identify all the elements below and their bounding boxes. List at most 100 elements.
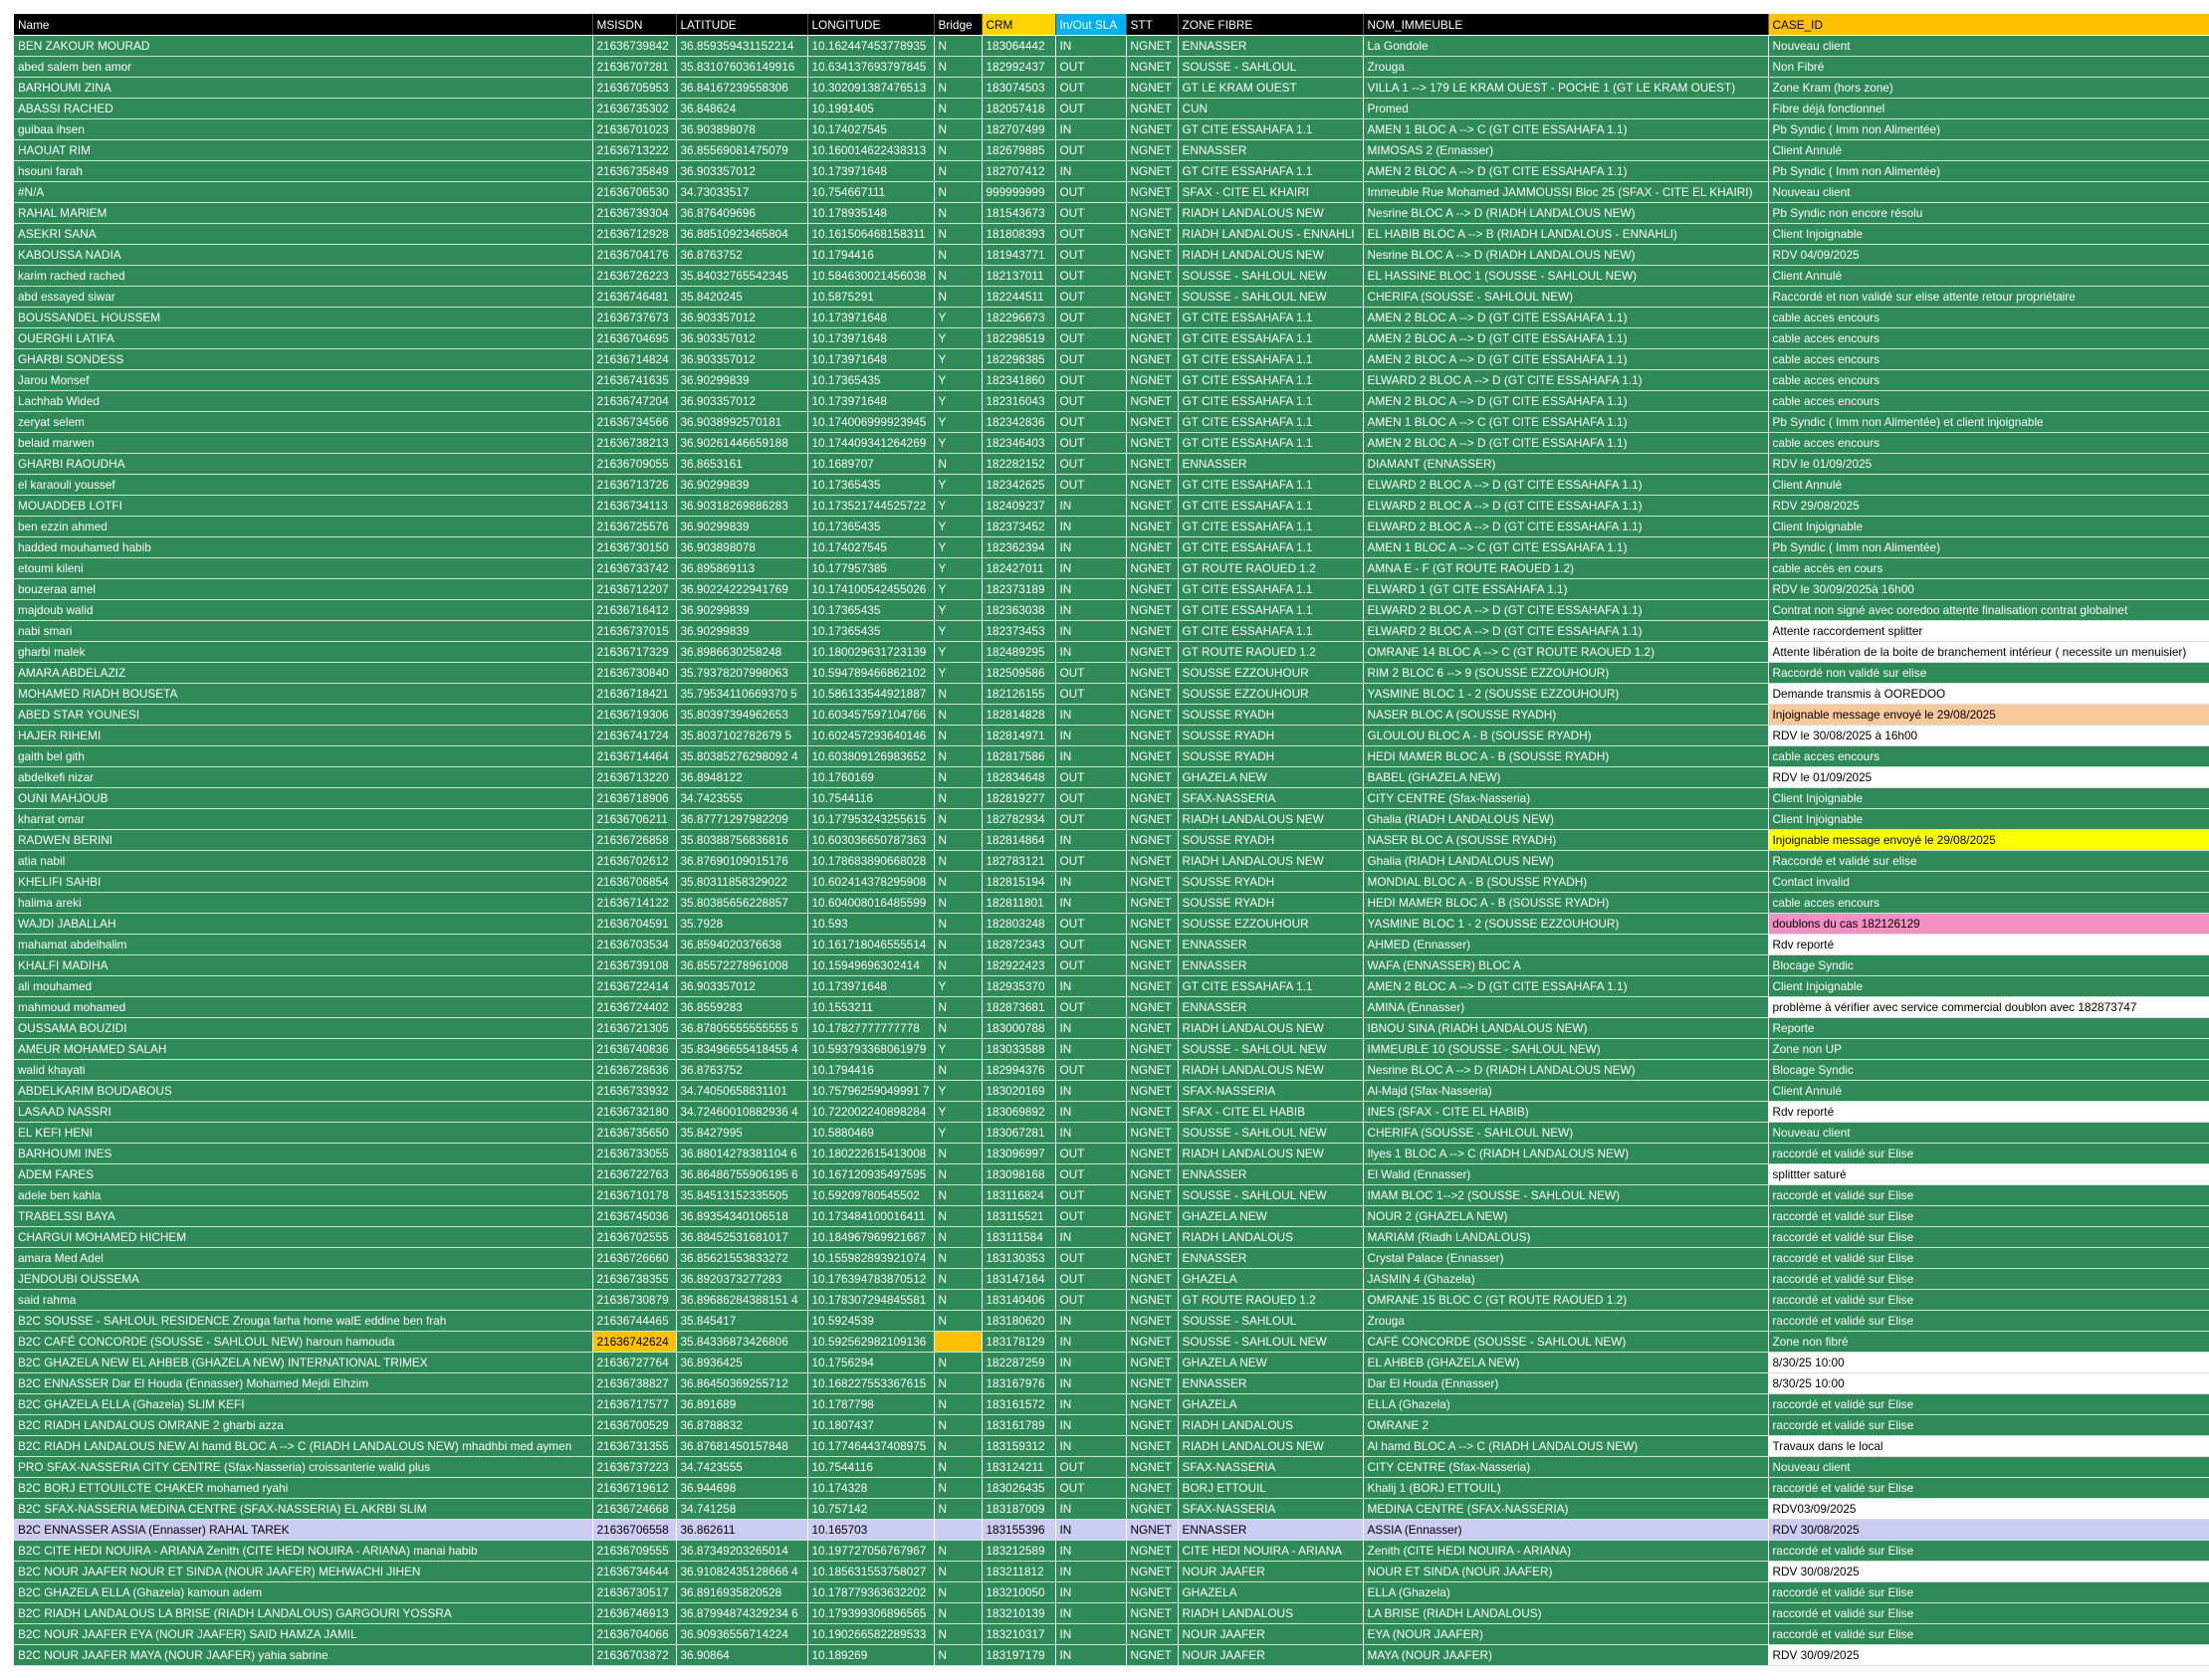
bridge-cell[interactable]: Y <box>934 369 983 391</box>
nom-immeuble-cell[interactable]: ELWARD 1 (GT CITE ESSAHAFA 1.1) <box>1363 578 1769 600</box>
zone-fibre-cell[interactable]: CUN <box>1178 98 1364 119</box>
bridge-cell[interactable]: N <box>934 1372 983 1394</box>
longitude-cell[interactable]: 10.177953243255615 <box>807 808 935 830</box>
zone-fibre-cell[interactable]: NOUR JAAFER <box>1178 1561 1364 1582</box>
sla-cell[interactable]: IN <box>1055 1540 1127 1562</box>
crm-cell[interactable]: 183074503 <box>982 77 1056 99</box>
crm-cell[interactable]: 182935370 <box>982 975 1056 997</box>
name-cell[interactable]: amara Med Adel <box>14 1247 593 1269</box>
sla-cell[interactable]: IN <box>1055 578 1127 600</box>
latitude-cell[interactable]: 36.876409696 <box>676 202 808 224</box>
crm-cell[interactable]: 182427011 <box>982 557 1056 579</box>
column-header-longitude[interactable]: LONGITUDE <box>807 14 935 36</box>
longitude-cell[interactable]: 10.178683890668028 <box>807 850 935 872</box>
nom-immeuble-cell[interactable]: AMEN 1 BLOC A --> C (GT CITE ESSAHAFA 1.… <box>1363 118 1769 140</box>
bridge-cell[interactable]: Y <box>934 662 983 684</box>
msisdn-cell[interactable]: 21636712928 <box>592 223 677 245</box>
nom-immeuble-cell[interactable]: ELWARD 2 BLOC A --> D (GT CITE ESSAHAFA … <box>1363 516 1769 537</box>
nom-immeuble-cell[interactable]: OMRANE 14 BLOC A --> C (GT ROUTE RAOUED … <box>1363 641 1769 663</box>
bridge-cell[interactable]: N <box>934 453 983 475</box>
case-id-cell[interactable]: Contrat non signé avec ooredoo attente f… <box>1768 599 2209 621</box>
case-id-cell[interactable]: Pb Syndic ( Imm non Alimentée) <box>1768 536 2209 558</box>
crm-cell[interactable]: 182373453 <box>982 620 1056 642</box>
nom-immeuble-cell[interactable]: AMEN 2 BLOC A --> D (GT CITE ESSAHAFA 1.… <box>1363 348 1769 370</box>
latitude-cell[interactable]: 36.903357012 <box>676 975 808 997</box>
msisdn-cell[interactable]: 21636730517 <box>592 1581 677 1603</box>
crm-cell[interactable]: 182363038 <box>982 599 1056 621</box>
name-cell[interactable]: B2C CAFÉ CONCORDE (SOUSSE - SAHLOUL NEW)… <box>14 1331 593 1353</box>
nom-immeuble-cell[interactable]: Immeuble Rue Mohamed JAMMOUSSI Bloc 25 (… <box>1363 181 1769 203</box>
sla-cell[interactable]: IN <box>1055 1519 1127 1541</box>
msisdn-cell[interactable]: 21636739108 <box>592 954 677 976</box>
longitude-cell[interactable]: 10.179399306896565 <box>807 1602 935 1624</box>
case-id-cell[interactable]: Reporte <box>1768 1017 2209 1039</box>
name-cell[interactable]: abd essayed siwar <box>14 286 593 308</box>
case-id-cell[interactable]: Non Fibré <box>1768 56 2209 78</box>
stt-cell[interactable]: NGNET <box>1126 1393 1179 1415</box>
case-id-cell[interactable]: raccordé et validé sur Elise <box>1768 1289 2209 1311</box>
latitude-cell[interactable]: 35.84336873426806 <box>676 1331 808 1353</box>
zone-fibre-cell[interactable]: GT CITE ESSAHAFA 1.1 <box>1178 369 1364 391</box>
nom-immeuble-cell[interactable]: La Gondole <box>1363 35 1769 57</box>
longitude-cell[interactable]: 10.722002240898284 <box>807 1101 935 1123</box>
latitude-cell[interactable]: 36.8653161 <box>676 453 808 475</box>
case-id-cell[interactable]: Nouveau client <box>1768 35 2209 57</box>
zone-fibre-cell[interactable]: SOUSSE RYADH <box>1178 871 1364 893</box>
name-cell[interactable]: kharrat omar <box>14 808 593 830</box>
stt-cell[interactable]: NGNET <box>1126 1477 1179 1499</box>
bridge-cell[interactable]: Y <box>934 578 983 600</box>
name-cell[interactable]: AMARA ABDELAZIZ <box>14 662 593 684</box>
zone-fibre-cell[interactable]: NOUR JAAFER <box>1178 1644 1364 1666</box>
crm-cell[interactable]: 183212589 <box>982 1540 1056 1562</box>
stt-cell[interactable]: NGNET <box>1126 56 1179 78</box>
crm-cell[interactable]: 182872343 <box>982 934 1056 955</box>
case-id-cell[interactable]: Raccordé non validé sur elise <box>1768 662 2209 684</box>
bridge-cell[interactable]: N <box>934 871 983 893</box>
longitude-cell[interactable]: 10.178779363632202 <box>807 1581 935 1603</box>
nom-immeuble-cell[interactable]: Khalij 1 (BORJ ETTOUIL) <box>1363 1477 1769 1499</box>
case-id-cell[interactable]: Raccordé et validé sur elise <box>1768 850 2209 872</box>
crm-cell[interactable]: 182811801 <box>982 892 1056 914</box>
crm-cell[interactable]: 183096997 <box>982 1143 1056 1164</box>
longitude-cell[interactable]: 10.173484100016411 <box>807 1205 935 1227</box>
longitude-cell[interactable]: 10.180222615413008 <box>807 1143 935 1164</box>
longitude-cell[interactable]: 10.177957385 <box>807 557 935 579</box>
name-cell[interactable]: CHARGUI MOHAMED HICHEM <box>14 1226 593 1248</box>
latitude-cell[interactable]: 36.90299839 <box>676 369 808 391</box>
longitude-cell[interactable]: 10.17827777777778 <box>807 1017 935 1039</box>
sla-cell[interactable]: IN <box>1055 1122 1127 1144</box>
latitude-cell[interactable]: 36.944698 <box>676 1477 808 1499</box>
case-id-cell[interactable]: raccordé et validé sur Elise <box>1768 1540 2209 1562</box>
case-id-cell[interactable]: raccordé et validé sur Elise <box>1768 1310 2209 1332</box>
msisdn-cell[interactable]: 21636722763 <box>592 1163 677 1185</box>
bridge-cell[interactable]: N <box>934 1393 983 1415</box>
column-header-sla[interactable]: In/Out SLA <box>1055 14 1127 36</box>
nom-immeuble-cell[interactable]: CITY CENTRE (Sfax-Nasseria) <box>1363 1456 1769 1478</box>
msisdn-cell[interactable]: 21636728636 <box>592 1059 677 1081</box>
name-cell[interactable]: MOUADDEB LOTFI <box>14 495 593 517</box>
nom-immeuble-cell[interactable]: IMAM BLOC 1-->2 (SOUSSE - SAHLOUL NEW) <box>1363 1184 1769 1206</box>
msisdn-cell[interactable]: 21636734113 <box>592 495 677 517</box>
longitude-cell[interactable]: 10.1991405 <box>807 98 935 119</box>
zone-fibre-cell[interactable]: RIADH LANDALOUS NEW <box>1178 244 1364 266</box>
stt-cell[interactable]: NGNET <box>1126 1581 1179 1603</box>
zone-fibre-cell[interactable]: GT CITE ESSAHAFA 1.1 <box>1178 599 1364 621</box>
case-id-cell[interactable]: RDV le 30/09/2025à 16h00 <box>1768 578 2209 600</box>
zone-fibre-cell[interactable]: SOUSSE - SAHLOUL NEW <box>1178 286 1364 308</box>
zone-fibre-cell[interactable]: GHAZELA <box>1178 1581 1364 1603</box>
name-cell[interactable]: B2C BORJ ETTOUILCTE CHAKER mohamed ryahi <box>14 1477 593 1499</box>
latitude-cell[interactable]: 36.87690109015176 <box>676 850 808 872</box>
latitude-cell[interactable]: 36.86486755906195 6 <box>676 1163 808 1185</box>
bridge-cell[interactable]: N <box>934 1184 983 1206</box>
stt-cell[interactable]: NGNET <box>1126 871 1179 893</box>
sla-cell[interactable]: OUT <box>1055 348 1127 370</box>
name-cell[interactable]: hadded mouhamed habib <box>14 536 593 558</box>
case-id-cell[interactable]: Blocage Syndic <box>1768 954 2209 976</box>
sla-cell[interactable]: OUT <box>1055 787 1127 809</box>
case-id-cell[interactable]: Pb Syndic non encore résolu <box>1768 202 2209 224</box>
crm-cell[interactable]: 183210050 <box>982 1581 1056 1603</box>
longitude-cell[interactable]: 10.1756294 <box>807 1352 935 1373</box>
nom-immeuble-cell[interactable]: IBNOU SINA (RIADH LANDALOUS NEW) <box>1363 1017 1769 1039</box>
case-id-cell[interactable]: cable accès en cours <box>1768 557 2209 579</box>
bridge-cell[interactable]: N <box>934 1205 983 1227</box>
